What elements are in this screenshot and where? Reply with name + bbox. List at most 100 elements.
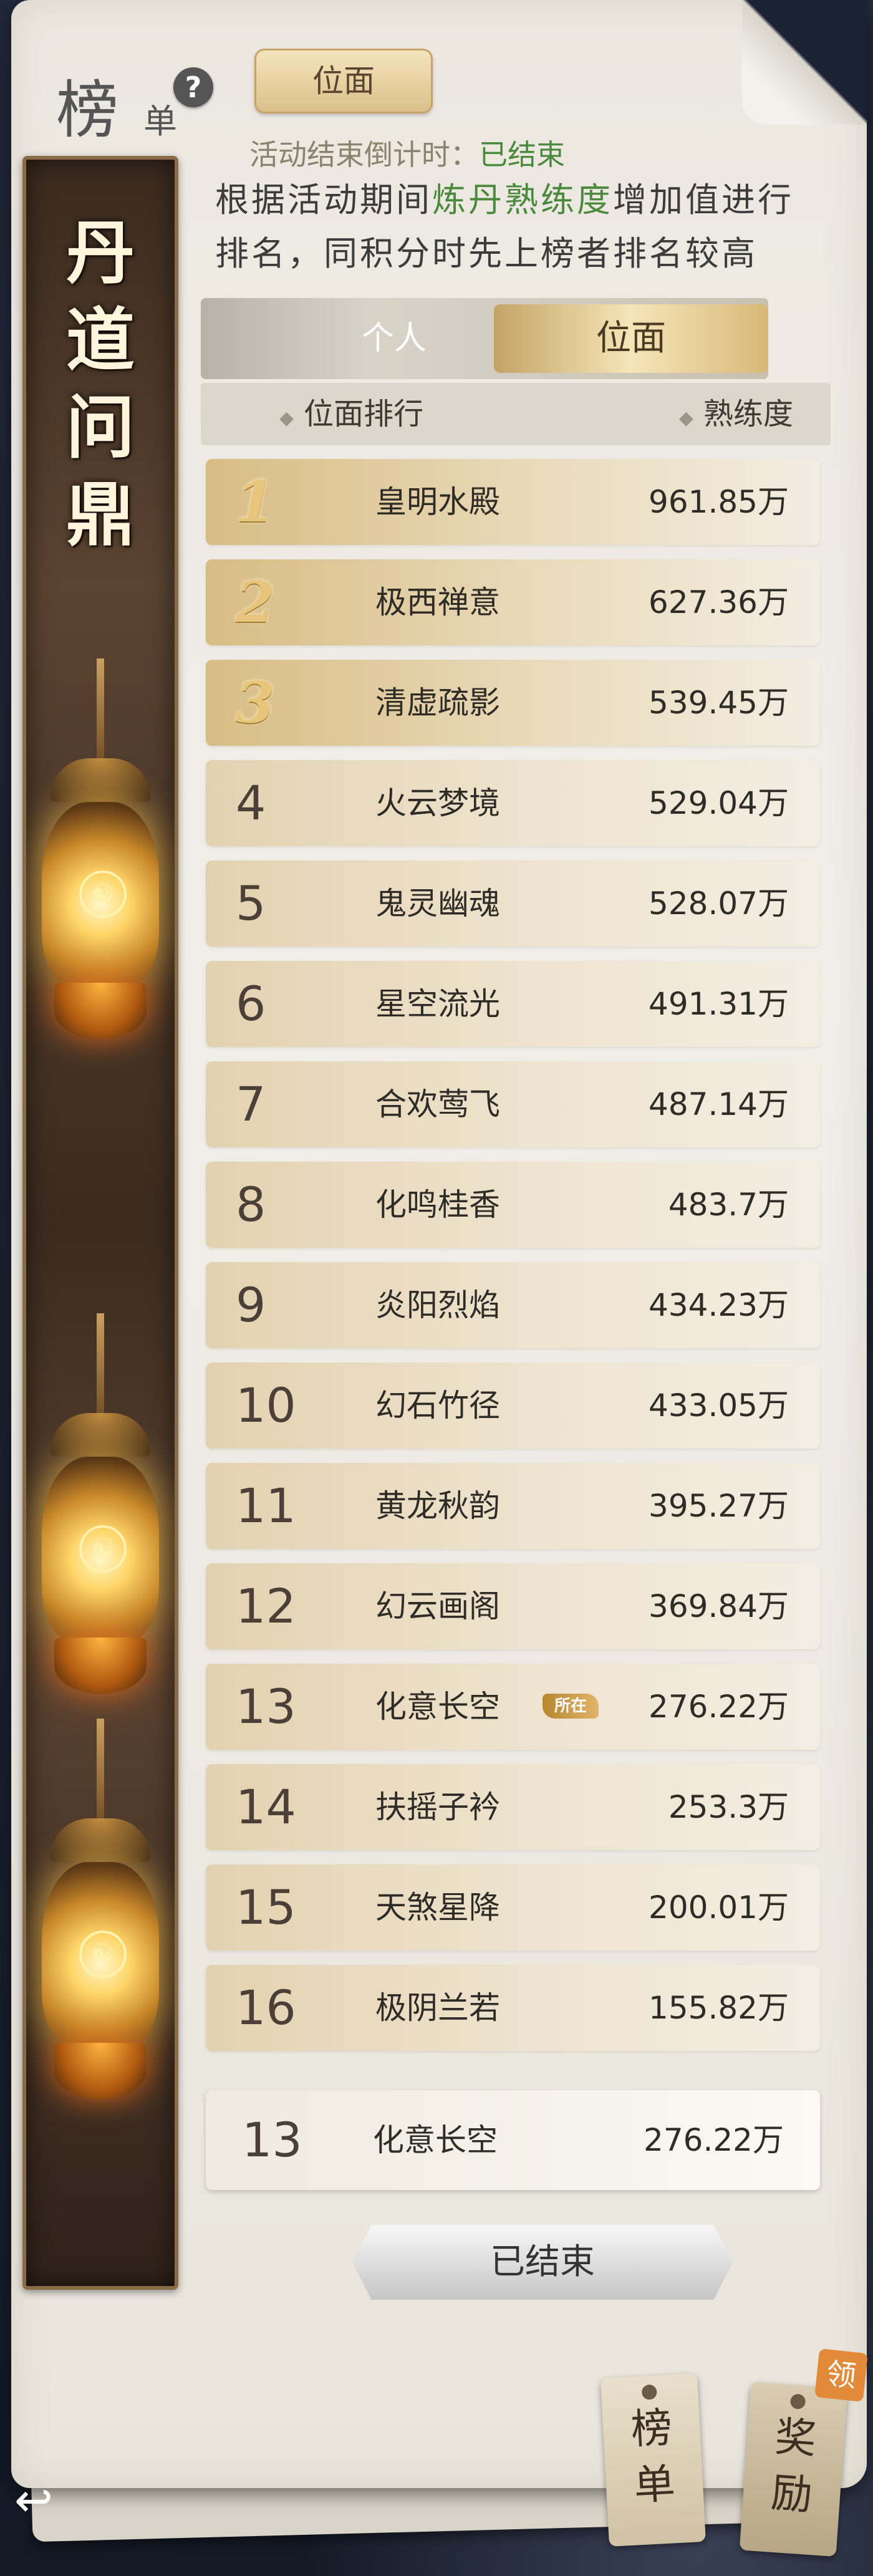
- ranking-row: 11 黄龙秋韵 395.27万: [206, 1463, 820, 1549]
- rank-number: 7: [236, 1076, 266, 1132]
- cauldron-illustration: ☯: [42, 1719, 159, 2105]
- proficiency-score: 433.05万: [649, 1387, 789, 1424]
- ranking-row: 13 化意长空 所在 276.22万: [206, 1664, 820, 1750]
- my-rank-score: 276.22万: [644, 2122, 784, 2158]
- rank-number: 15: [236, 1879, 296, 1935]
- plane-name: 皇明水殿: [375, 484, 500, 520]
- ranking-row: 10 幻石竹径 433.05万: [206, 1363, 820, 1449]
- proficiency-score: 434.23万: [649, 1287, 789, 1323]
- rank-number: 9: [236, 1277, 266, 1333]
- page-title: 榜: [56, 74, 118, 147]
- proficiency-score: 369.84万: [649, 1588, 789, 1624]
- proficiency-score: 200.01万: [649, 1889, 789, 1926]
- desc-highlight: 炼丹熟练度: [432, 180, 613, 219]
- ranking-row: 14 扶摇子衿 253.3万: [206, 1764, 820, 1850]
- description: 根据活动期间炼丹熟练度增加值进行排名，同积分时先上榜者排名较高: [215, 173, 808, 281]
- rank-number: 4: [236, 775, 266, 831]
- proficiency-score: 276.22万: [649, 1689, 789, 1725]
- rank-number: 5: [236, 876, 266, 931]
- reward-tag-button[interactable]: 奖励: [739, 2381, 848, 2557]
- rank-number: 13: [236, 1679, 296, 1734]
- paper-curl: [742, 0, 867, 125]
- plane-name: 鬼灵幽魂: [375, 885, 500, 922]
- plane-name: 扶摇子衿: [375, 1789, 500, 1825]
- yin-yang-icon: ☯: [79, 1931, 127, 1978]
- rank-number: 6: [236, 976, 266, 1031]
- plane-name: 炎阳烈焰: [375, 1287, 500, 1323]
- ranking-tag-label: 榜单: [629, 2403, 677, 2510]
- desc-part1: 根据活动期间: [215, 180, 432, 219]
- question-icon[interactable]: ?: [173, 67, 213, 107]
- plane-name: 星空流光: [375, 986, 500, 1022]
- proficiency-score: 487.14万: [649, 1086, 789, 1122]
- plane-name: 化鸣桂香: [375, 1187, 500, 1223]
- plane-name: 幻石竹径: [375, 1387, 500, 1424]
- current-badge: 所在: [543, 1694, 599, 1719]
- page-title-sub: 单: [143, 102, 177, 141]
- proficiency-score: 961.85万: [649, 484, 789, 520]
- my-rank-name: 化意长空: [373, 2122, 498, 2158]
- banner-title: 丹 道 问 鼎: [26, 210, 175, 559]
- my-rank-row: 13 化意长空 276.22万: [206, 2090, 820, 2190]
- segment-tabs: 个人 位面: [201, 298, 768, 379]
- ranking-row: 15 天煞星降 200.01万: [206, 1864, 820, 1951]
- rank-number: 1: [236, 469, 275, 535]
- banner-char: 丹: [66, 213, 135, 293]
- proficiency-score: 483.7万: [668, 1187, 789, 1223]
- plane-name: 清虚疏影: [375, 685, 500, 721]
- yin-yang-icon: ☯: [79, 1525, 127, 1573]
- column-rank-label: 位面排行: [304, 397, 424, 432]
- countdown-value: 已结束: [479, 138, 565, 171]
- banner-char: 问: [66, 387, 135, 468]
- proficiency-score: 253.3万: [668, 1789, 789, 1825]
- column-score-header: ◆ 熟练度: [669, 383, 793, 450]
- ranking-row: 5 鬼灵幽魂 528.07万: [206, 861, 820, 947]
- plane-name: 火云梦境: [375, 785, 500, 821]
- diamond-icon: ◆: [678, 407, 693, 429]
- column-header: ◆ 位面排行 ◆ 熟练度: [201, 383, 831, 445]
- rank-number: 14: [236, 1779, 296, 1835]
- plane-name: 天煞星降: [375, 1889, 500, 1926]
- cauldron-illustration: ☯: [42, 1313, 159, 1700]
- plane-name: 合欢莺飞: [375, 1086, 500, 1122]
- tab-plane[interactable]: 位面: [254, 49, 433, 113]
- rank-number: 3: [236, 670, 275, 736]
- rank-number: 16: [236, 1980, 296, 2035]
- rank-number: 2: [236, 569, 275, 635]
- back-arrow-icon[interactable]: ↩: [9, 2476, 59, 2525]
- column-score-label: 熟练度: [703, 397, 793, 432]
- ranking-row: 3 清虚疏影 539.45万: [206, 660, 820, 746]
- ranking-row: 12 幻云画阁 369.84万: [206, 1563, 820, 1649]
- proficiency-score: 155.82万: [649, 1990, 789, 2026]
- banner-char: 道: [66, 300, 135, 380]
- countdown: 活动结束倒计时：已结束: [249, 132, 565, 173]
- plane-name: 化意长空: [375, 1689, 500, 1725]
- reward-tag-label: 奖励: [769, 2412, 818, 2520]
- proficiency-score: 528.07万: [649, 885, 789, 922]
- rank-number: 12: [236, 1578, 296, 1634]
- ranking-tag-button[interactable]: 榜单: [600, 2373, 706, 2547]
- proficiency-score: 529.04万: [649, 785, 789, 821]
- ended-button[interactable]: 已结束: [352, 2225, 733, 2300]
- plane-name: 极西禅意: [375, 584, 500, 620]
- ranking-row: 4 火云梦境 529.04万: [206, 760, 820, 846]
- my-rank-number: 13: [242, 2112, 302, 2168]
- proficiency-score: 491.31万: [649, 986, 789, 1022]
- tab-plane-selected[interactable]: 位面: [494, 304, 768, 373]
- ranking-row: 7 合欢莺飞 487.14万: [206, 1061, 820, 1147]
- rank-number: 8: [236, 1177, 266, 1232]
- ranking-row: 9 炎阳烈焰 434.23万: [206, 1262, 820, 1348]
- plane-name: 极阴兰若: [375, 1990, 500, 2026]
- countdown-label: 活动结束倒计时：: [249, 138, 479, 171]
- ranking-row: 8 化鸣桂香 483.7万: [206, 1162, 820, 1248]
- ranking-row: 6 星空流光 491.31万: [206, 961, 820, 1047]
- proficiency-score: 539.45万: [649, 685, 789, 721]
- ranking-row: 16 极阴兰若 155.82万: [206, 1965, 820, 2051]
- ranking-row: 1 皇明水殿 961.85万: [206, 459, 820, 545]
- rank-number: 11: [236, 1478, 296, 1533]
- claim-badge: 领: [814, 2348, 868, 2402]
- tab-personal[interactable]: 个人: [276, 298, 513, 379]
- plane-name: 黄龙秋韵: [375, 1488, 500, 1524]
- proficiency-score: 627.36万: [649, 584, 789, 620]
- cauldron-illustration: ☯: [42, 658, 159, 1045]
